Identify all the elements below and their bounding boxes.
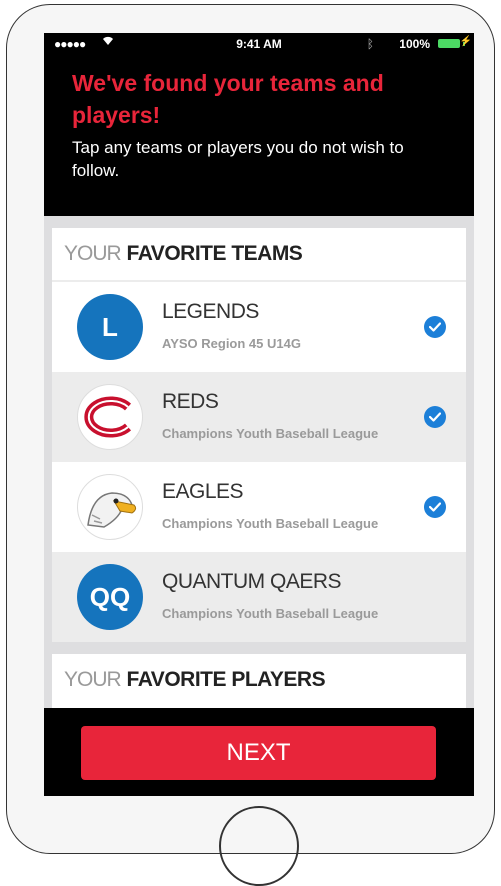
bluetooth-icon: ᛒ (366, 37, 374, 51)
section-prefix: YOUR (64, 668, 122, 691)
charging-icon: ⚡ (459, 36, 472, 47)
team-league: AYSO Region 45 U14G (162, 336, 301, 351)
battery-icon (438, 39, 460, 48)
page-subtitle: Tap any teams or players you do not wish… (72, 138, 404, 180)
team-logo-legends: L (77, 294, 143, 360)
team-league: Champions Youth Baseball League (162, 426, 379, 441)
footer-bar: NEXT (44, 708, 474, 796)
team-league: Champions Youth Baseball League (162, 606, 379, 621)
team-row-quantum-qaers[interactable]: QQ QUANTUM QAERS Champions Youth Basebal… (52, 552, 466, 642)
team-name: EAGLES (162, 480, 244, 503)
section-prefix: YOUR (64, 242, 122, 265)
battery-percent: 100% (399, 37, 430, 51)
team-logo-reds (77, 384, 143, 450)
team-row-reds[interactable]: REDS Champions Youth Baseball League (52, 372, 466, 462)
selection-sheet: YOUR FAVORITE TEAMS L LEGENDS AYSO Regio… (44, 216, 474, 708)
team-logo-quantum-qaers: QQ (77, 564, 143, 630)
check-icon[interactable] (424, 406, 446, 428)
team-name: REDS (162, 390, 219, 413)
team-league: Champions Youth Baseball League (162, 516, 379, 531)
section-divider (52, 642, 466, 654)
next-button[interactable]: NEXT (81, 726, 436, 780)
team-badge-text: QQ (89, 581, 131, 612)
team-logo-eagles (77, 474, 143, 540)
team-name: LEGENDS (162, 300, 259, 323)
section-label: FAVORITE PLAYERS (126, 668, 326, 691)
check-icon[interactable] (424, 316, 446, 338)
section-label: FAVORITE TEAMS (126, 242, 303, 265)
section-header-players: YOUR FAVORITE PLAYERS (52, 654, 466, 706)
team-row-legends[interactable]: L LEGENDS AYSO Region 45 U14G (52, 282, 466, 372)
team-badge-text: L (102, 311, 118, 342)
check-icon[interactable] (424, 496, 446, 518)
section-header-teams: YOUR FAVORITE TEAMS (52, 228, 466, 280)
team-row-eagles[interactable]: EAGLES Champions Youth Baseball League (52, 462, 466, 552)
phone-screen: ●●●●● 9:41 AM ᛒ 100% ⚡ We've found your … (44, 33, 474, 796)
team-name: QUANTUM QAERS (162, 570, 342, 593)
status-bar: ●●●●● 9:41 AM ᛒ 100% ⚡ (44, 33, 474, 55)
selection-list[interactable]: YOUR FAVORITE TEAMS L LEGENDS AYSO Regio… (52, 228, 466, 708)
page-title: We've found your teams and players! (72, 70, 384, 128)
home-button[interactable] (219, 806, 299, 886)
